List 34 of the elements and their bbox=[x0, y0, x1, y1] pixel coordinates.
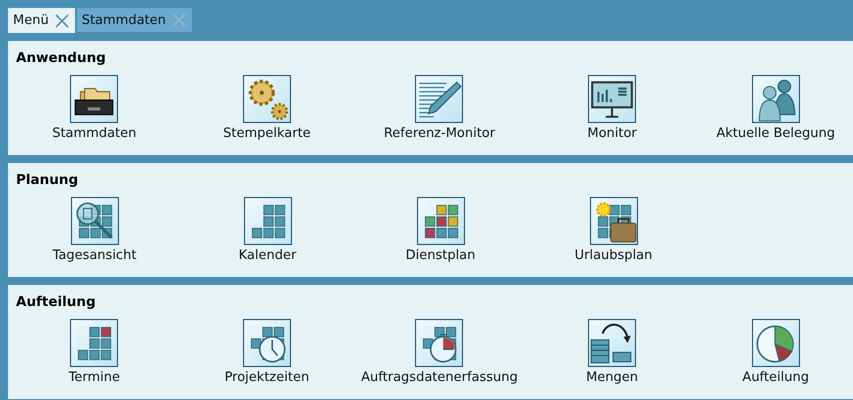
people-icon[interactable] bbox=[752, 75, 800, 123]
menu-item-label[interactable]: Auftragsdatenerfassung bbox=[361, 370, 518, 386]
calendar-icon[interactable] bbox=[244, 197, 292, 245]
pencil-icon[interactable] bbox=[415, 75, 464, 123]
menu-item-label[interactable]: Mengen bbox=[586, 370, 638, 386]
section-title: Aufteilung bbox=[15, 293, 97, 311]
close-icon[interactable] bbox=[54, 14, 69, 28]
pie-chart-icon[interactable] bbox=[752, 319, 800, 367]
menu-item-label[interactable]: Dienstplan bbox=[406, 248, 476, 264]
stopwatch-icon[interactable] bbox=[415, 319, 464, 367]
menu-item-label[interactable]: Aufteilung bbox=[742, 370, 809, 386]
clock-icon[interactable] bbox=[242, 319, 291, 367]
tab[interactable]: Stammdaten bbox=[76, 8, 192, 32]
schedule-icon[interactable] bbox=[416, 197, 464, 245]
gears-icon[interactable] bbox=[242, 75, 291, 123]
tab[interactable]: Menü bbox=[8, 8, 75, 33]
menu-item-label[interactable]: Referenz-Monitor bbox=[384, 126, 496, 142]
suitcase-icon[interactable] bbox=[590, 197, 638, 245]
menu-item-label[interactable]: Urlaubsplan bbox=[574, 248, 652, 264]
menu-item-label[interactable]: Aktuelle Belegung bbox=[716, 126, 835, 142]
menu-item-label[interactable]: Projektzeiten bbox=[224, 370, 310, 386]
menu-item-label[interactable]: Kalender bbox=[238, 248, 296, 264]
menu-item-label[interactable]: Monitor bbox=[587, 126, 637, 142]
menu-item-label[interactable]: Termine bbox=[68, 370, 120, 386]
calendar-icon[interactable] bbox=[70, 319, 118, 367]
section-title: Anwendung bbox=[15, 49, 107, 67]
magnifier-icon[interactable] bbox=[70, 197, 118, 245]
section-title: Planung bbox=[15, 171, 80, 189]
presentation-icon[interactable] bbox=[588, 75, 636, 123]
drawer-icon[interactable] bbox=[70, 75, 118, 123]
menu-item-label[interactable]: Stempelkarte bbox=[223, 126, 311, 142]
menu-item-label[interactable]: Tagesansicht bbox=[52, 248, 136, 264]
menu-item-label[interactable]: Stammdaten bbox=[52, 126, 136, 142]
boxes-icon[interactable] bbox=[588, 319, 636, 367]
